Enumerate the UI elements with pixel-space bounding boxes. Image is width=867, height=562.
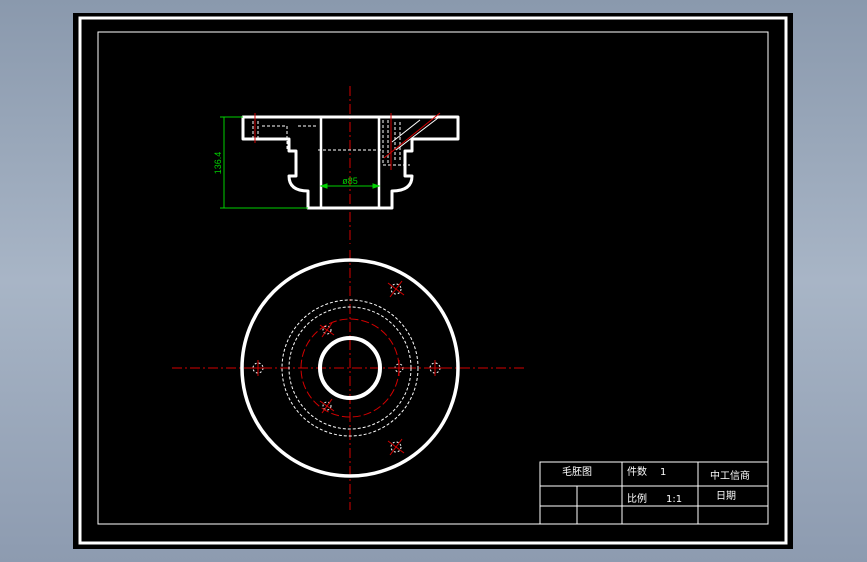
cad-drawing-sheet: 136.4 ø85 毛胚图 件数 1 中工信商 比例 1:1 日期 bbox=[73, 13, 793, 549]
diameter-dimension-text: ø85 bbox=[342, 176, 358, 186]
height-dimension-text: 136.4 bbox=[213, 152, 223, 175]
quantity-value: 1 bbox=[660, 467, 666, 478]
scale-label: 比例 bbox=[627, 492, 647, 505]
title-block: 毛胚图 件数 1 中工信商 比例 1:1 日期 bbox=[539, 461, 769, 525]
scale-value: 1:1 bbox=[666, 494, 682, 505]
drawing-name: 毛胚图 bbox=[562, 466, 592, 478]
quantity-label: 件数 bbox=[627, 465, 647, 478]
date-label: 日期 bbox=[716, 490, 736, 502]
company-name: 中工信商 bbox=[710, 469, 750, 482]
